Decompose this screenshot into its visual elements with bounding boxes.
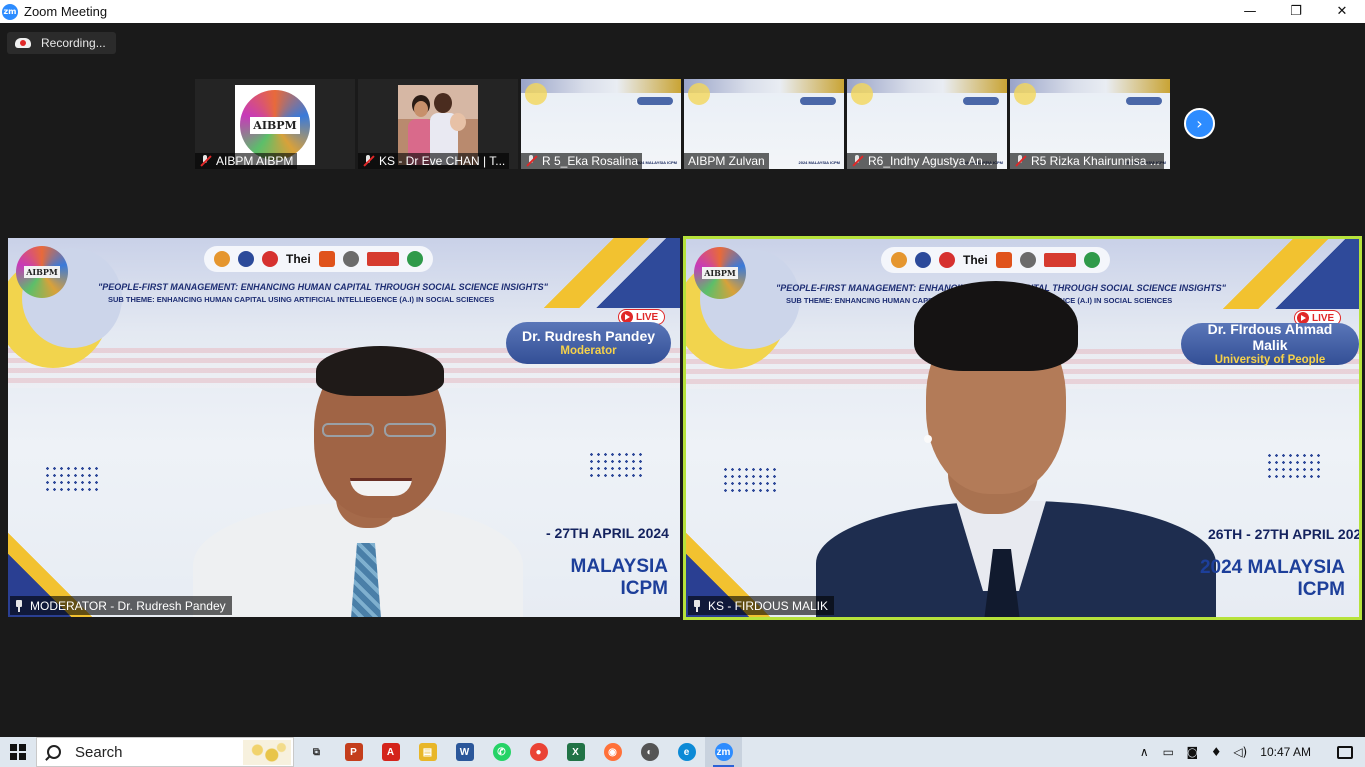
chrome-icon: ●: [529, 743, 548, 761]
whatsapp-icon: ✆: [492, 743, 511, 761]
recording-cloud-icon: [15, 38, 31, 48]
taskbar-acrobat-button[interactable]: A: [372, 737, 409, 767]
mic-muted-icon: [362, 155, 374, 167]
participant-strip: AIBPM AIBPM AIBPM KS - Dr Eve CHAN | T..…: [195, 79, 1170, 169]
window-title-bar: zm Zoom Meeting — ❐ ✕: [0, 0, 1365, 23]
taskbar-file-explorer-button[interactable]: ▤: [409, 737, 446, 767]
next-page-button[interactable]: ›: [1184, 108, 1215, 139]
mic-muted-icon: [525, 155, 537, 167]
aibpm-logo: AIBPM: [16, 246, 68, 298]
event-country: MALAYSIA: [570, 556, 668, 577]
window-controls: — ❐ ✕: [1227, 0, 1365, 23]
taskbar-photos-button[interactable]: ◐: [631, 737, 668, 767]
acrobat-icon: A: [381, 743, 400, 761]
video-tile-moderator[interactable]: AIBPM Thei "PEOPLE-FIRST MANAGEMENT: ENH…: [8, 238, 680, 617]
mic-muted-icon: [1014, 155, 1026, 167]
show-hidden-icons-chevron-icon[interactable]: ∧: [1132, 737, 1156, 767]
taskbar-excel-button[interactable]: X: [557, 737, 594, 767]
notifications-icon[interactable]: [1325, 737, 1365, 767]
taskbar-zoom-button[interactable]: zm: [705, 737, 742, 767]
participant-name: R 5_Eka Rosalina: [521, 153, 643, 169]
taskbar-apps: ⧉ P A ▤ W ✆ ● X ◉ ◐ e zm: [298, 737, 742, 767]
event-country: 2024 MALAYSIA: [1199, 557, 1345, 578]
participant-name: R5 Rizka Khairunnisa ...: [1010, 153, 1164, 169]
start-button[interactable]: [0, 737, 36, 767]
recording-label: Recording...: [41, 36, 106, 50]
taskbar-firefox-button[interactable]: ◉: [594, 737, 631, 767]
event-date: - 27TH APRIL 2024: [546, 525, 669, 541]
close-button[interactable]: ✕: [1319, 0, 1365, 23]
participant-name: AIBPM Zulvan: [684, 153, 769, 169]
pin-icon: [14, 599, 24, 612]
zoom-icon: zm: [714, 743, 733, 761]
restore-button[interactable]: ❐: [1273, 0, 1319, 23]
meeting-area: Recording... AIBPM AIBPM AIBPM KS - Dr E…: [0, 23, 1365, 737]
aibpm-logo: AIBPM: [694, 247, 746, 299]
battery-icon[interactable]: ▭: [1156, 737, 1180, 767]
powerpoint-icon: P: [344, 743, 363, 761]
participant-thumbnail[interactable]: 2024 MALAYSIA ICPM R5 Rizka Khairunnisa …: [1010, 79, 1170, 169]
pin-icon: [692, 599, 702, 612]
system-tray: ∧ ▭ ◙ ♦ ◁) 10:47 AM: [1132, 737, 1365, 767]
photos-icon: ◐: [640, 743, 659, 761]
search-icon: [47, 745, 61, 759]
participant-thumbnail[interactable]: 2024 MALAYSIA ICPM R6_Indhy Agustya An..…: [847, 79, 1007, 169]
word-icon: W: [455, 743, 474, 761]
taskbar-whatsapp-button[interactable]: ✆: [483, 737, 520, 767]
window-title: Zoom Meeting: [24, 4, 108, 19]
excel-icon: X: [566, 743, 585, 761]
taskbar-task-view-button[interactable]: ⧉: [298, 737, 335, 767]
task-view-icon: ⧉: [312, 746, 321, 758]
file-explorer-icon: ▤: [418, 743, 437, 761]
participant-name: AIBPM AIBPM: [195, 153, 298, 169]
speaker-icon[interactable]: ◁): [1228, 737, 1252, 767]
video-tile-active-speaker[interactable]: AIBPM Thei "PEOPLE-FIRST MANAGEMENT: ENH…: [683, 236, 1362, 620]
participant-name: R6_Indhy Agustya An...: [847, 153, 997, 169]
participant-thumbnail[interactable]: KS - Dr Eve CHAN | T...: [358, 79, 518, 169]
participant-name-label: MODERATOR - Dr. Rudresh Pandey: [10, 596, 232, 615]
recording-indicator[interactable]: Recording...: [7, 32, 116, 54]
camera-icon[interactable]: ◙: [1180, 737, 1204, 767]
clock[interactable]: 10:47 AM: [1252, 745, 1325, 759]
minimize-button[interactable]: —: [1227, 0, 1273, 23]
firefox-icon: ◉: [603, 743, 622, 761]
windows-taskbar: Search ⧉ P A ▤ W ✆ ● X ◉ ◐ e zm ∧ ▭ ◙ ♦ ◁) 10:47 AM: [0, 737, 1365, 767]
event-name: ICPM: [1297, 579, 1346, 600]
sponsor-logos: Thei: [881, 247, 1110, 273]
participant-thumbnail[interactable]: 2024 MALAYSIA ICPM R 5_Eka Rosalina: [521, 79, 681, 169]
windows-logo-icon: [10, 744, 26, 760]
event-date: 26TH - 27TH APRIL 2024: [1208, 526, 1362, 542]
speaker-name-card: Dr. FIrdous Ahmad Malik University of Pe…: [1181, 321, 1359, 366]
search-highlight-image: [243, 740, 291, 765]
mic-muted-icon: [851, 155, 863, 167]
slide-subtitle: SUB THEME: ENHANCING HUMAN CAPITAL USING…: [108, 295, 495, 304]
search-label: Search: [75, 743, 123, 761]
mic-muted-icon: [199, 155, 211, 167]
slide-title: "PEOPLE-FIRST MANAGEMENT: ENHANCING HUMA…: [98, 282, 548, 292]
taskbar-powerpoint-button[interactable]: P: [335, 737, 372, 767]
speaker-name-card: Dr. Rudresh Pandey Moderator: [506, 322, 672, 364]
zoom-logo-icon: zm: [2, 3, 18, 20]
taskbar-edge-button[interactable]: e: [668, 737, 705, 767]
participant-name: KS - Dr Eve CHAN | T...: [358, 153, 510, 169]
taskbar-word-button[interactable]: W: [446, 737, 483, 767]
sponsor-logos: Thei: [204, 246, 433, 272]
taskbar-chrome-button[interactable]: ●: [520, 737, 557, 767]
participant-thumbnail[interactable]: AIBPM AIBPM AIBPM: [195, 79, 355, 169]
microphone-icon[interactable]: ♦: [1204, 737, 1228, 767]
participant-thumbnail[interactable]: 2024 MALAYSIA ICPM AIBPM Zulvan: [684, 79, 844, 169]
edge-icon: e: [677, 743, 696, 761]
taskbar-search-box[interactable]: Search: [36, 737, 294, 767]
participant-name-label: KS - FIRDOUS MALIK: [688, 596, 835, 615]
event-name: ICPM: [620, 578, 669, 599]
